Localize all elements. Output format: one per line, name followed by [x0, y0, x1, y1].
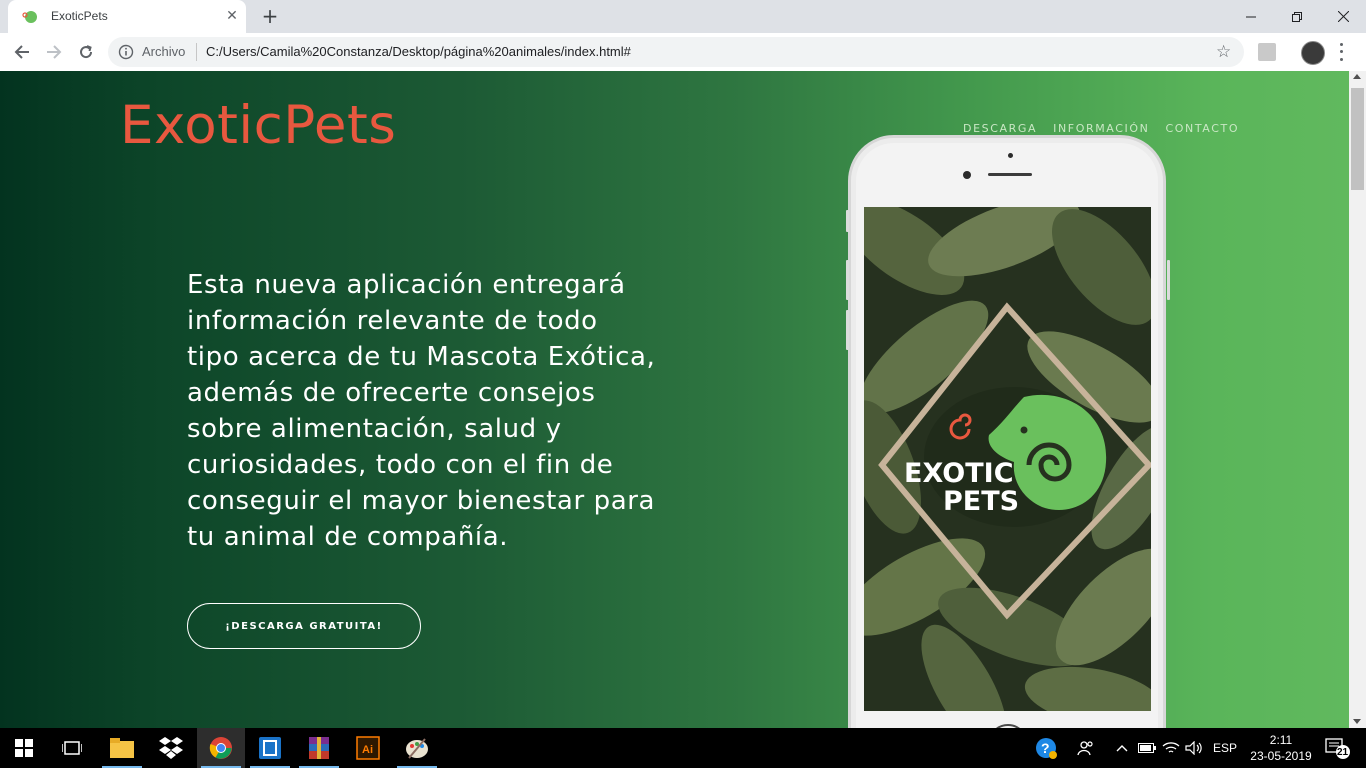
tab-close-icon[interactable]: ✕ [224, 8, 240, 24]
close-icon [1337, 11, 1349, 22]
taskbar-app-window[interactable] [246, 728, 294, 768]
dropbox-icon [159, 737, 183, 759]
hero-line: tipo acerca de tu Mascota Exótica, [187, 342, 656, 372]
winrar-icon [309, 737, 329, 759]
action-center-button[interactable]: 21 [1322, 728, 1352, 768]
browser-menu-icon[interactable] [1336, 41, 1346, 63]
phone-speaker [988, 173, 1032, 176]
wifi-icon[interactable] [1161, 728, 1181, 768]
back-button[interactable] [10, 40, 34, 64]
language-indicator[interactable]: ESP [1213, 728, 1237, 768]
browser-toolbar: Archivo C:/Users/Camila%20Constanza/Desk… [0, 33, 1366, 72]
taskbar-chrome[interactable] [197, 728, 245, 768]
pdf-extension-icon[interactable] [1258, 43, 1276, 61]
hero-line: tu animal de compañía. [187, 522, 509, 552]
people-icon[interactable] [1075, 728, 1097, 768]
paint-palette-icon [406, 738, 428, 759]
hero-line: además de ofrecerte consejos [187, 378, 596, 408]
windows-taskbar: Ai ? ESP 2:11 23-05-2019 21 [0, 728, 1366, 768]
bookmark-star-icon[interactable]: ☆ [1216, 42, 1231, 62]
new-tab-button[interactable]: + [259, 5, 281, 27]
site-nav: DESCARGA INFORMACIÓN CONTACTO [963, 122, 1239, 135]
task-view-button[interactable] [48, 728, 96, 768]
phone-side-button [846, 210, 849, 232]
phone-side-button [846, 260, 849, 300]
nav-item-descarga[interactable]: DESCARGA [963, 122, 1037, 135]
folder-icon [110, 738, 134, 758]
taskbar-illustrator[interactable]: Ai [344, 728, 392, 768]
taskbar-dropbox[interactable] [147, 728, 195, 768]
hero-line: información relevante de todo [187, 306, 598, 336]
clock-date: 23-05-2019 [1250, 749, 1312, 763]
address-separator [196, 43, 197, 61]
reload-icon [80, 45, 93, 59]
chameleon-favicon-icon [22, 11, 37, 23]
phone-mockup: EXOTIC PETS [846, 135, 1170, 728]
address-bar[interactable]: Archivo C:/Users/Camila%20Constanza/Desk… [108, 37, 1244, 67]
hero-line: curiosidades, todo con el fin de [187, 450, 614, 480]
task-view-icon [62, 741, 82, 755]
taskbar-winrar[interactable] [295, 728, 343, 768]
forward-button[interactable] [42, 40, 66, 64]
restore-button[interactable] [1274, 0, 1320, 33]
profile-avatar[interactable] [1301, 41, 1325, 65]
volume-icon[interactable] [1184, 728, 1204, 768]
back-arrow-icon [14, 45, 29, 59]
info-icon[interactable] [118, 44, 134, 60]
phone-camera [963, 171, 971, 179]
help-icon[interactable]: ? [1033, 728, 1059, 768]
illustrator-icon: Ai [356, 736, 380, 760]
phone-sensor [1008, 153, 1013, 158]
app-logo-line1: EXOTIC [904, 458, 1014, 489]
svg-text:Ai: Ai [362, 744, 373, 756]
taskbar-file-explorer[interactable] [98, 728, 146, 768]
hero-line: sobre alimentación, salud y [187, 414, 562, 444]
minimize-icon [1246, 16, 1256, 17]
scroll-down-icon[interactable] [1353, 719, 1361, 724]
taskbar-clock[interactable]: 2:11 23-05-2019 [1246, 732, 1316, 764]
hero-line: conseguir el mayor bienestar para [187, 486, 656, 516]
notification-count: 21 [1337, 747, 1349, 758]
clock-time: 2:11 [1269, 733, 1293, 747]
restore-icon [1292, 11, 1302, 22]
show-hidden-icons-chevron-up-icon[interactable] [1113, 728, 1131, 768]
page-viewport: ExoticPets DESCARGA INFORMACIÓN CONTACTO… [0, 71, 1349, 728]
page-scrollbar[interactable] [1349, 71, 1366, 728]
browser-tab[interactable]: ExoticPets ✕ [8, 0, 246, 33]
site-logo[interactable]: ExoticPets [120, 95, 396, 156]
phone-screen: EXOTIC PETS [864, 207, 1151, 711]
app-splash-art: EXOTIC PETS [864, 207, 1151, 711]
free-download-button[interactable]: ¡DESCARGA GRATUITA! [187, 603, 421, 649]
hero-text: Esta nueva aplicación entregará informac… [187, 267, 707, 555]
windows-logo-icon [15, 739, 33, 757]
taskbar-paint[interactable] [393, 728, 441, 768]
nav-item-contacto[interactable]: CONTACTO [1165, 122, 1239, 135]
scroll-up-icon[interactable] [1353, 74, 1361, 79]
scroll-thumb[interactable] [1351, 88, 1364, 190]
phone-side-button [1167, 260, 1170, 300]
tab-title: ExoticPets [51, 9, 108, 23]
start-button[interactable] [0, 728, 48, 768]
address-scheme: Archivo [142, 44, 186, 59]
nav-item-informacion[interactable]: INFORMACIÓN [1053, 122, 1149, 135]
chrome-icon [209, 737, 232, 759]
tab-strip: ExoticPets ✕ + [0, 0, 1366, 33]
svg-text:?: ? [1041, 740, 1050, 756]
battery-icon[interactable] [1137, 728, 1157, 768]
forward-arrow-icon [47, 45, 62, 59]
hero-line: Esta nueva aplicación entregará [187, 270, 626, 300]
app-logo-line2: PETS [943, 486, 1019, 517]
phone-side-button [846, 310, 849, 350]
minimize-button[interactable] [1228, 0, 1274, 33]
reload-button[interactable] [74, 40, 98, 64]
address-url[interactable]: C:/Users/Camila%20Constanza/Desktop/pági… [206, 44, 631, 59]
app-window-icon [259, 737, 281, 759]
close-window-button[interactable] [1320, 0, 1366, 33]
